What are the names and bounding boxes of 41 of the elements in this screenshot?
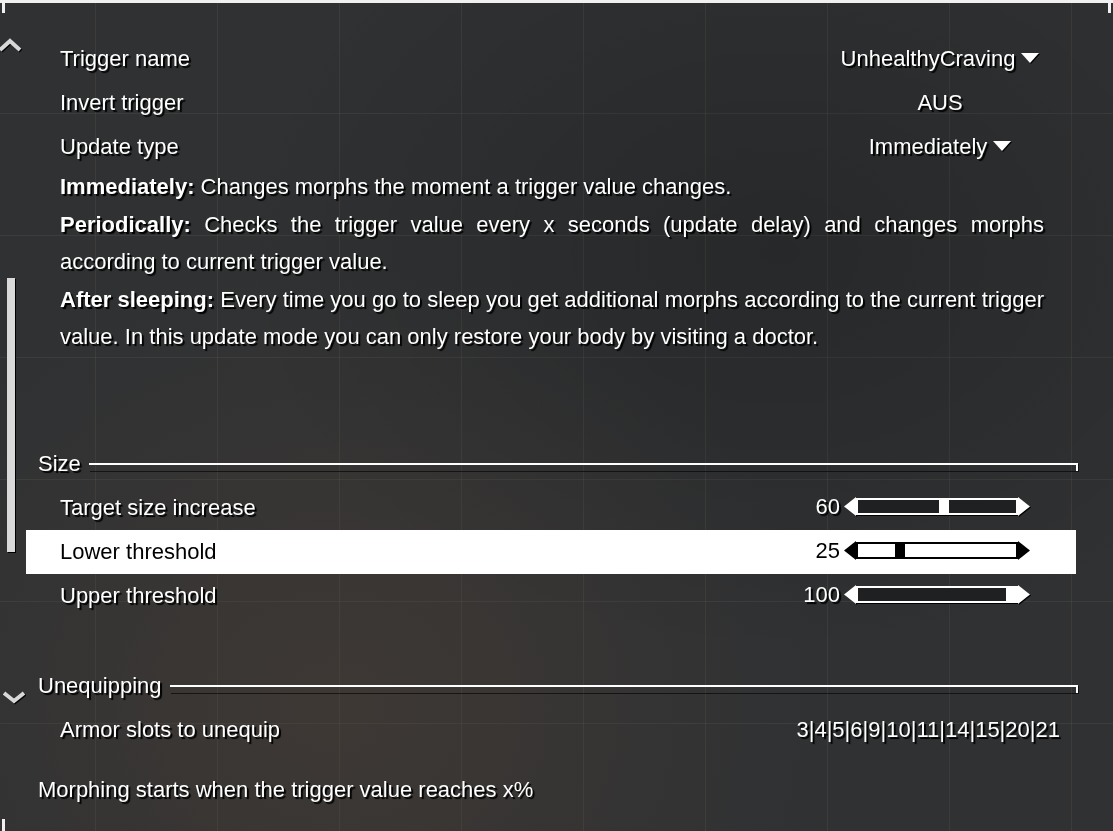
chevron-down-icon[interactable] (3, 690, 25, 704)
menu-row[interactable]: Upper threshold 100 (26, 573, 1076, 618)
slider-thumb[interactable] (1006, 588, 1016, 601)
right-arrow-icon[interactable] (1018, 497, 1030, 516)
option-label: Target size increase (60, 494, 257, 522)
left-arrow-icon[interactable] (844, 497, 856, 516)
menu-row[interactable]: Trigger name UnhealthyCraving (26, 36, 1076, 80)
option-label: Lower threshold (60, 538, 218, 566)
section-title: Size (38, 450, 81, 478)
info-text: Morphing starts when the trigger value reaches x% (37, 775, 535, 804)
slider-value: 60 (815, 493, 840, 521)
option-value: 3|4|5|6|9|10|11|14|15|20|21 (796, 716, 1060, 744)
option-label: Upper threshold (60, 582, 218, 610)
option-label: Trigger name (60, 44, 191, 73)
right-arrow-icon[interactable] (1018, 585, 1030, 604)
menu-row[interactable]: Target size increase 60 (26, 485, 1076, 530)
left-arrow-icon[interactable] (844, 585, 856, 604)
chevron-up-icon[interactable] (0, 38, 22, 52)
caret-icon (993, 141, 1012, 151)
slider-thumb[interactable] (895, 544, 905, 557)
scrollbar-thumb[interactable] (7, 278, 15, 552)
menu-row[interactable]: Update type Immediately (26, 124, 1076, 168)
caret-icon (1021, 53, 1040, 63)
slider-value: 100 (803, 581, 840, 609)
slider-thumb[interactable] (939, 500, 950, 513)
dropdown-button[interactable]: UnhealthyCraving (840, 41, 1040, 75)
dropdown-button[interactable]: Immediately (868, 129, 1012, 163)
menu-row[interactable]: Invert trigger AUS (26, 80, 1076, 124)
description-text: After sleeping: Every time you go to sleep you get additional morphs according to the current trigger value. In this update mode you can only restore your body by visiting a doctor. (60, 285, 1044, 351)
option-label: Invert trigger (60, 88, 185, 117)
description-text: Immediately: Changes morphs the moment a trigger value changes. (60, 173, 733, 201)
menu-row[interactable]: Armor slots to unequip 3|4|5|6|9|10|11|14|15|20|21 (26, 707, 1076, 752)
slider-value: 25 (815, 537, 840, 565)
option-label: Update type (60, 132, 180, 161)
menu-row[interactable]: Lower threshold 25 (26, 529, 1076, 574)
description-text: Periodically: Checks the trigger value every x seconds (update delay) and changes morphs according to current trigger value. (60, 210, 1044, 276)
option-label: Armor slots to unequip (60, 716, 282, 744)
toggle-value[interactable]: AUS (917, 85, 963, 119)
left-arrow-icon[interactable] (844, 541, 856, 560)
right-arrow-icon[interactable] (1018, 541, 1030, 560)
section-title: Unequipping (38, 672, 162, 700)
